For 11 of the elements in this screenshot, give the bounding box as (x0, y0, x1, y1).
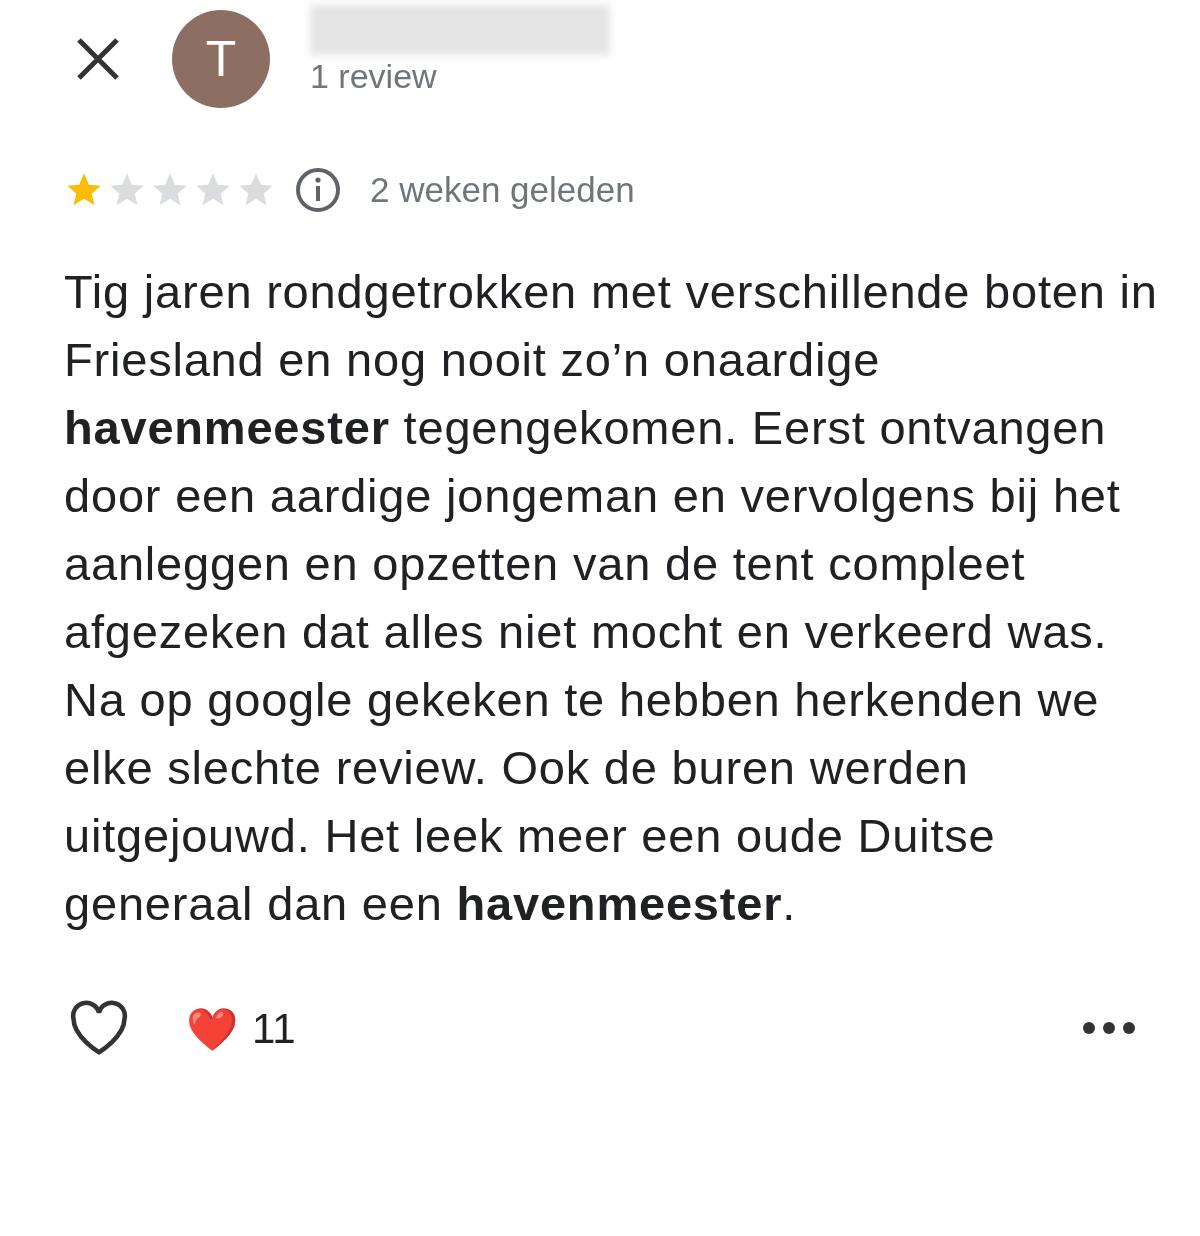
reaction-count: 11 (252, 1005, 296, 1053)
review-time: 2 weken geleden (370, 170, 635, 210)
info-icon[interactable] (294, 166, 342, 214)
reaction-emoji: ❤ (186, 1004, 238, 1054)
like-button[interactable] (68, 1000, 130, 1058)
avatar[interactable]: T (172, 10, 270, 108)
more-icon (1082, 1020, 1136, 1035)
review-count: 1 review (310, 56, 438, 96)
review-text: Tig jaren rondgetrokken met verschillende boten in Friesland en nog nooit zo’n onaardige havenmeester tegengekomen. Eerst ontvangen door een aardige jongeman en vervolgens bij het aanleggen en opzetten van de tent compleet afgezeken dat alles niet mocht en verkeerd was. Na op google gekeken te hebben herkenden we elke slechte review. Ook de buren werden uitgejouwd. Het leek meer een oude Duitse generaal dan een havenmeester. (64, 264, 1159, 932)
close-icon (75, 36, 121, 82)
heart-icon (68, 1000, 130, 1056)
